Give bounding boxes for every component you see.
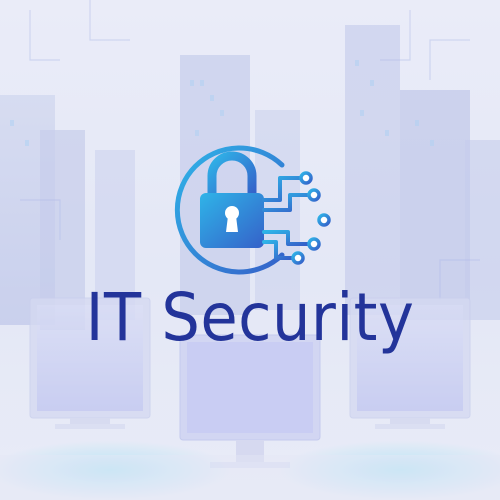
background-scene <box>0 0 500 500</box>
brand-title: IT Security <box>85 279 415 356</box>
